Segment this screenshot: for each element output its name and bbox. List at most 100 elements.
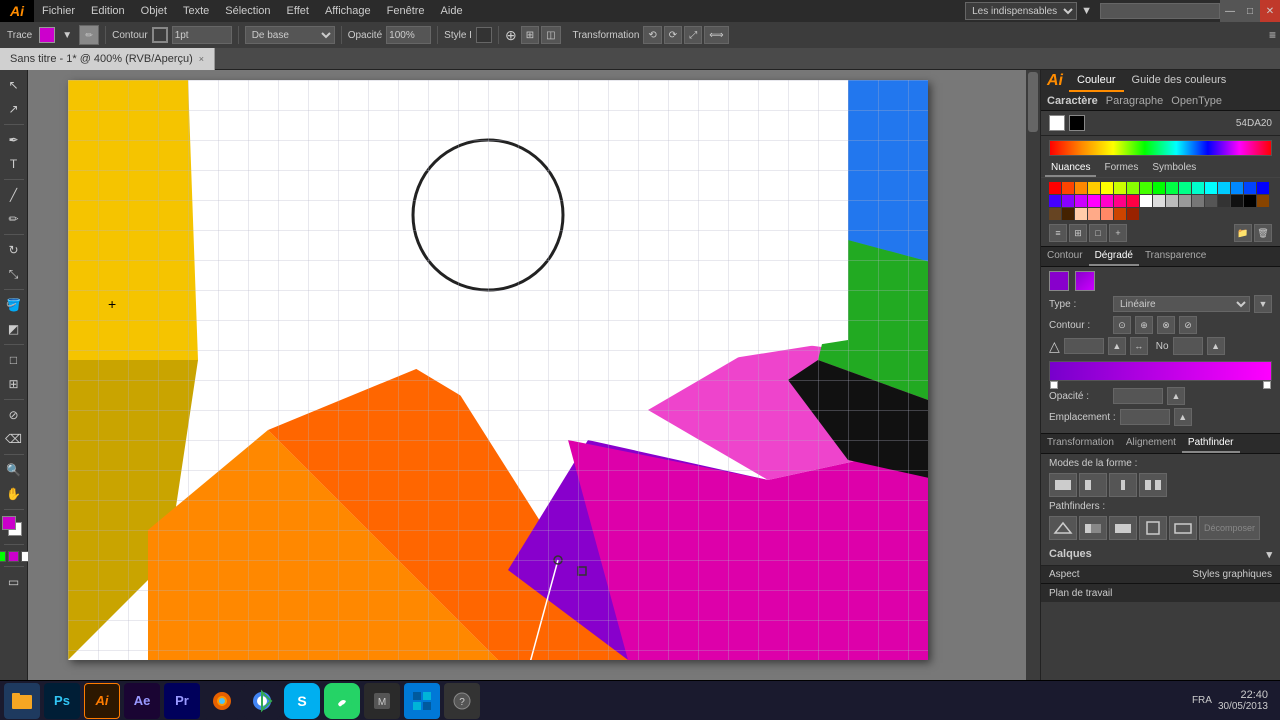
color-swatch[interactable] [1192,195,1204,207]
no-spinner-up[interactable]: ▲ [1207,337,1225,355]
pf-outline-btn[interactable] [1169,516,1197,540]
paragraphe-title[interactable]: Paragraphe [1106,95,1164,107]
maximize-button[interactable]: □ [1240,0,1260,22]
taskbar-misc[interactable]: ? [444,683,480,719]
menu-objet[interactable]: Objet [133,0,175,22]
menu-aide[interactable]: Aide [433,0,471,22]
white-color-swatch[interactable] [1049,115,1065,131]
color-swatch[interactable] [1114,182,1126,194]
rotate-tool[interactable]: ↻ [3,239,25,261]
degrade-color-swatch-1[interactable] [1049,271,1069,291]
pathfinder-tab[interactable]: Pathfinder [1182,434,1240,453]
menu-fenetre[interactable]: Fenêtre [379,0,433,22]
document-tab[interactable]: Sans titre - 1* @ 400% (RVB/Aperçu) × [0,48,215,70]
gradient-tool[interactable]: ◩ [3,318,25,340]
contour-swatch[interactable] [152,27,168,43]
type-options-icon[interactable]: ▼ [1254,295,1272,313]
decomposer-button[interactable]: Décomposer [1199,516,1260,540]
color-swatch[interactable] [1231,182,1243,194]
swatch-add-icon[interactable]: + [1109,224,1127,242]
color-swatch[interactable] [1218,195,1230,207]
color-swatch[interactable] [1075,182,1087,194]
vertical-scrollbar[interactable] [1026,70,1040,684]
pf-crop-btn[interactable] [1139,516,1167,540]
minimize-button[interactable]: — [1220,0,1240,22]
color-swatch[interactable] [1049,182,1061,194]
tab-close-icon[interactable]: × [199,54,204,64]
color-swatch[interactable] [1179,195,1191,207]
color-swatch[interactable] [1114,208,1126,220]
angle-input[interactable]: 74,3° [1064,338,1104,354]
color-swatch[interactable] [1101,208,1113,220]
slice-tool[interactable]: ⊘ [3,404,25,426]
contour-icon-3[interactable]: ⊗ [1157,316,1175,334]
paintbucket-tool[interactable]: 🪣 [3,294,25,316]
couleur-tab[interactable]: Couleur [1069,70,1124,92]
color-swatch[interactable] [1205,195,1217,207]
color-swatch[interactable] [1140,195,1152,207]
taskbar-skype[interactable]: S [284,683,320,719]
taskbar-illustrator[interactable]: Ai [84,683,120,719]
color-swatch[interactable] [1153,182,1165,194]
color-swatch[interactable] [1049,195,1061,207]
menu-affichage[interactable]: Affichage [317,0,379,22]
color-swatch[interactable] [1101,195,1113,207]
color-swatch[interactable] [1062,182,1074,194]
color-swatch[interactable] [1114,195,1126,207]
opentype-title[interactable]: OpenType [1171,95,1222,107]
transform-btn-1[interactable]: ⟲ [643,26,661,44]
color-swatch[interactable] [1192,182,1204,194]
shape-tool[interactable]: □ [3,349,25,371]
color-swatch[interactable] [1153,195,1165,207]
color-swatch[interactable] [1088,182,1100,194]
pen-tool[interactable]: ✒ [3,129,25,151]
contour-icon-2[interactable]: ⊕ [1135,316,1153,334]
grid-tool[interactable]: ⊞ [3,373,25,395]
color-swatch[interactable] [1244,195,1256,207]
scale-tool[interactable]: ⤡ [3,263,25,285]
pf-unite-btn[interactable] [1049,473,1077,497]
pf-divide-btn[interactable] [1049,516,1077,540]
taskbar-whatsapp[interactable] [324,683,360,719]
menu-texte[interactable]: Texte [175,0,217,22]
taskbar-firefox[interactable] [204,683,240,719]
opacite-spinner[interactable]: ▲ [1167,387,1185,405]
taskbar-chrome[interactable] [244,683,280,719]
brush-select[interactable]: De base [245,26,335,44]
contour-panel-tab[interactable]: Contour [1041,247,1089,266]
color-swatch[interactable] [1218,182,1230,194]
swatch-folder-icon[interactable]: 📁 [1234,224,1252,242]
color-swatch[interactable] [1088,195,1100,207]
color-swatch[interactable] [1075,195,1087,207]
taskbar-photoshop[interactable]: Ps [44,683,80,719]
taskbar-download-manager[interactable]: M [364,683,400,719]
color-swatch[interactable] [1127,208,1139,220]
gradient-bar[interactable] [1049,361,1272,381]
eraser-tool[interactable]: ⌫ [3,428,25,450]
stroke-weight-input[interactable] [172,26,232,44]
formes-tab[interactable]: Formes [1098,160,1144,177]
contour-icon-4[interactable]: ⊘ [1179,316,1197,334]
zoom-tool[interactable]: 🔍 [3,459,25,481]
vertical-scroll-thumb[interactable] [1028,72,1038,132]
presets-dropdown[interactable]: Les indispensables [965,2,1077,20]
color-swatch[interactable] [1075,208,1087,220]
pf-minus-front-btn[interactable] [1079,473,1107,497]
color-swatch[interactable] [1062,195,1074,207]
swatch-small-icon[interactable]: □ [1089,224,1107,242]
plan-travail-label[interactable]: Plan de travail [1049,588,1112,599]
menu-fichier[interactable]: Fichier [34,0,83,22]
pf-intersect-btn[interactable] [1109,473,1137,497]
alignement-tab[interactable]: Alignement [1120,434,1182,453]
color-swatch[interactable] [1088,208,1100,220]
color-spectrum[interactable] [1049,140,1272,156]
selection-tool[interactable]: ↖ [3,74,25,96]
pencil-tool[interactable]: ✏ [3,208,25,230]
direct-selection-tool[interactable]: ↗ [3,98,25,120]
no-value-input[interactable] [1173,337,1203,355]
blend-mode-icon[interactable]: ⊕ [505,27,517,44]
nuances-tab[interactable]: Nuances [1045,160,1096,177]
color-swatch[interactable] [1062,208,1074,220]
color-swatch[interactable] [1101,182,1113,194]
color-swatch[interactable] [1166,195,1178,207]
